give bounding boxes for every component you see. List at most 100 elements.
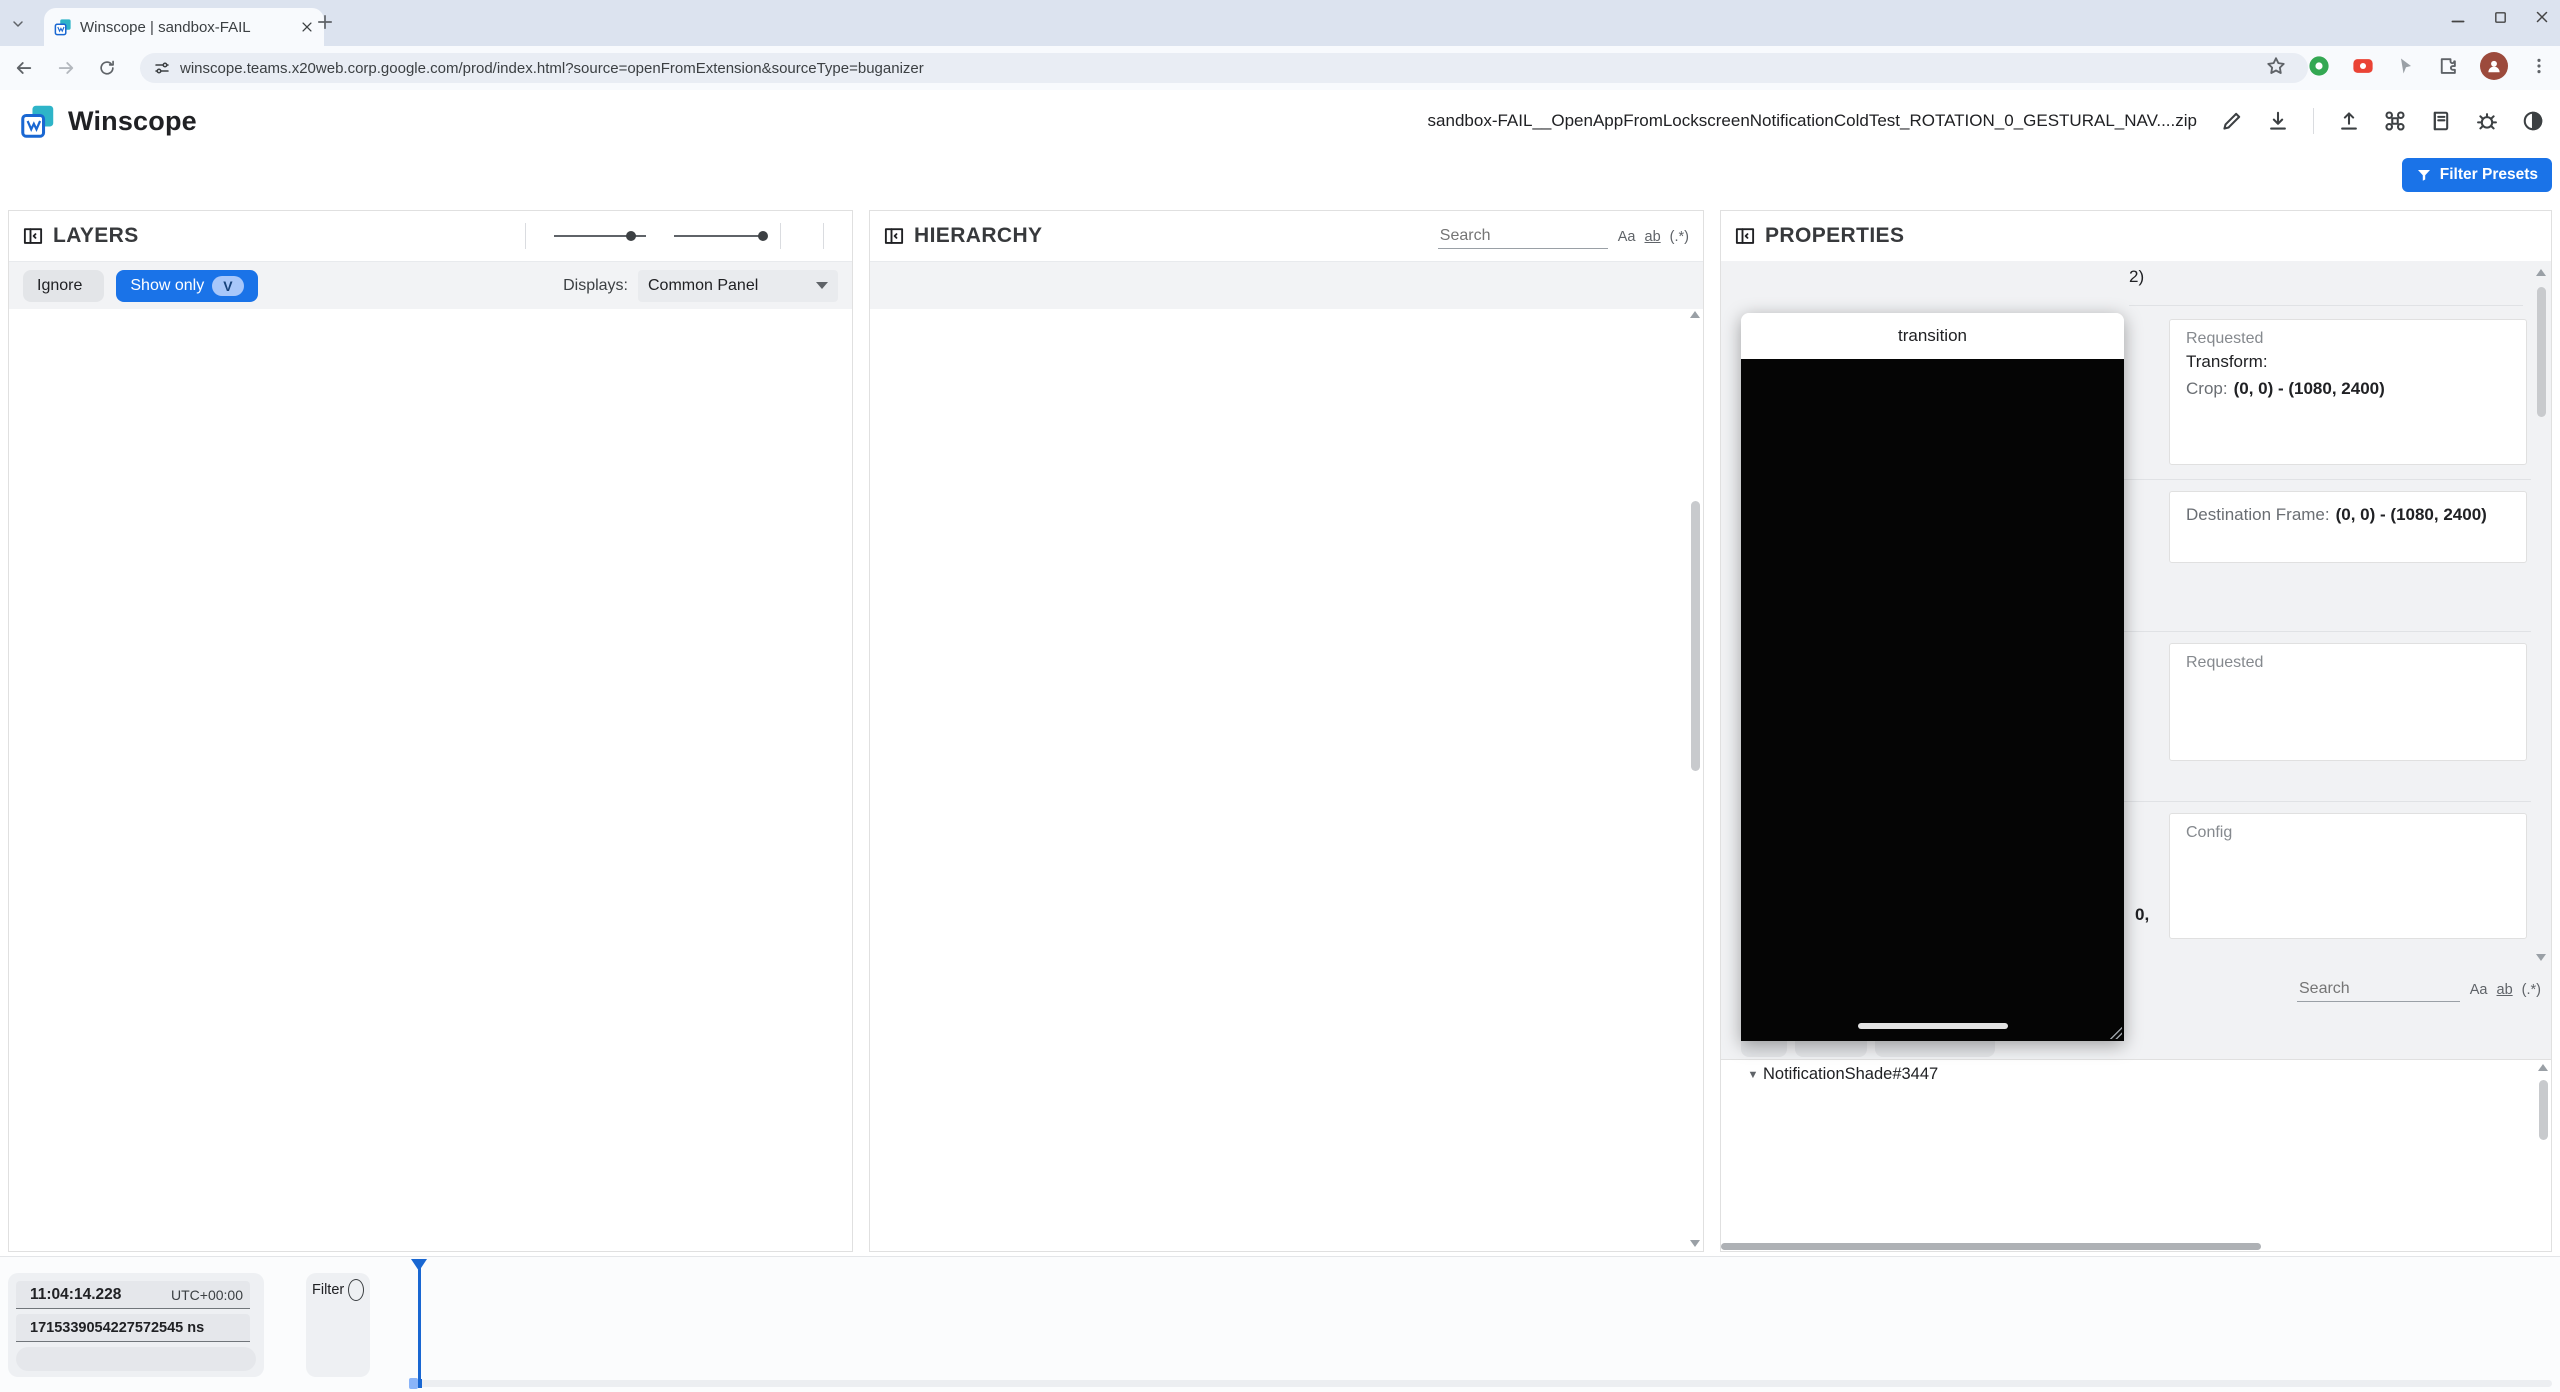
regex-toggle[interactable]: (.*) [1670,229,1689,245]
displays-label: Displays: [563,277,628,295]
hierarchy-search-input[interactable] [1438,226,1612,246]
extensions-puzzle-icon[interactable] [2438,56,2458,76]
extension-cursor-icon[interactable] [2396,56,2416,76]
window-close-button[interactable] [2534,9,2550,25]
crop-value: (0, 0) - (1080, 2400) [2234,379,2385,398]
timestamp-card: 11:04:14.228 UTC+00:00 17153390542275725… [8,1273,264,1377]
profile-avatar[interactable] [2480,52,2508,80]
filter-presets-button[interactable]: Filter Presets [2402,158,2552,192]
trace-file-title: sandbox-FAIL__OpenAppFromLockscreenNotif… [1428,111,2197,131]
browser-menu-icon[interactable] [2530,57,2548,75]
show-only-chip[interactable]: Show only V [116,270,257,302]
edit-icon[interactable] [2221,110,2243,132]
displays-select[interactable]: Common Panel [638,270,838,302]
crop-key: Crop: [2186,379,2228,398]
site-settings-icon[interactable] [154,60,170,76]
card-label: Requested [2186,654,2510,672]
ignore-chip[interactable]: Ignore [23,270,104,302]
funnel-icon [2416,167,2432,183]
browser-toolbar: winscope.teams.x20web.corp.google.com/pr… [0,46,2560,91]
panel-collapse-icon[interactable] [884,226,904,246]
clipped-text-fragment: 2) [2129,267,2144,287]
filter-label: Filter [312,1282,344,1298]
forward-button[interactable] [56,58,76,78]
destination-frame-key: Destination Frame: [2186,505,2330,524]
tab-search-chevron-icon[interactable] [10,16,26,32]
bookmark-star-icon[interactable] [2266,56,2286,76]
upload-icon[interactable] [2338,110,2360,132]
app-title: Winscope [68,106,197,137]
window-maximize-button[interactable] [2493,10,2508,25]
transition-window-titlebar[interactable]: transition [1741,313,2124,359]
timeline-panel: 11:04:14.228 UTC+00:00 17153390542275725… [0,1256,2560,1392]
spacing-slider[interactable] [674,235,766,237]
rotation-slider[interactable] [554,235,646,237]
ns-time-field[interactable]: 1715339054227572545 ns [16,1314,250,1342]
reload-button[interactable] [98,59,116,77]
tab-title: Winscope | sandbox-FAIL [80,19,292,36]
timezone-label: UTC+00:00 [171,1287,243,1303]
new-tab-button[interactable] [316,13,334,31]
window-minimize-button[interactable] [2449,8,2467,26]
requested-color-card: Requested [2169,643,2527,761]
documentation-icon[interactable] [2430,110,2452,132]
shortcuts-icon[interactable] [2384,110,2406,132]
dark-mode-icon[interactable] [2522,110,2544,132]
nav-tabs [0,152,2560,198]
properties-search-input[interactable] [2297,979,2464,999]
clipped-text-fragment: 0, [2135,905,2149,925]
timeline-canvas[interactable] [418,1257,2552,1392]
hierarchy-panel: HIERARCHY Aa ab (.*) [869,210,1704,1252]
transition-window-title: transition [1741,326,2124,346]
timeline-cursor-line[interactable] [418,1261,421,1380]
home-indicator [1858,1023,2008,1029]
collapse-filter-button[interactable] [348,1279,364,1301]
trace-filter-card: Filter [306,1273,370,1377]
curr-tree-scrollbar[interactable] [2537,1064,2549,1237]
properties-panel-title: PROPERTIES [1765,224,1904,248]
browser-tabstrip: Winscope | sandbox-FAIL [0,0,2560,46]
human-time-field[interactable]: 11:04:14.228 UTC+00:00 [16,1281,250,1309]
match-word-toggle[interactable]: ab [1645,229,1661,245]
resize-handle-icon[interactable] [2110,1027,2122,1039]
chevron-down-icon [816,282,828,289]
hierarchy-panel-title: HIERARCHY [914,224,1042,248]
tab-close-icon[interactable] [300,20,314,34]
curr-state-tree: ▼ NotificationShade#3447 [1721,1059,2551,1251]
timeline-cursor-handle[interactable] [411,1259,427,1271]
winscope-logo [20,103,56,139]
layers-panel-title: LAYERS [53,224,139,248]
match-case-toggle[interactable]: Aa [2470,982,2488,998]
properties-scrollbar[interactable] [2535,269,2547,961]
transform-label: Transform: [2186,352,2510,372]
browser-tab[interactable]: Winscope | sandbox-FAIL [44,8,324,46]
panel-collapse-icon[interactable] [23,226,43,246]
curr-root-label: NotificationShade#3447 [1763,1065,1938,1084]
match-case-toggle[interactable]: Aa [1618,229,1636,245]
properties-panel: PROPERTIES 2) Requested Transform: Crop:… [1720,210,2552,1252]
match-word-toggle[interactable]: ab [2497,982,2513,998]
timeline-scrollbar[interactable] [418,1380,2552,1387]
show-only-label: Show only [130,277,204,295]
app-header: Winscope sandbox-FAIL__OpenAppFromLocksc… [0,90,2560,152]
extension-green-icon[interactable] [2308,55,2330,77]
ignore-label: Ignore [37,277,82,295]
timestamp-value: 11:04:14.228 [30,1286,121,1304]
url-bar[interactable]: winscope.teams.x20web.corp.google.com/pr… [140,53,2308,83]
hierarchy-tree [870,307,1703,1251]
back-button[interactable] [14,58,34,78]
screen-recording-frame [1741,359,2124,1041]
expand-arrow-icon[interactable]: ▼ [1743,1069,1763,1081]
curr-tree-hscrollbar[interactable] [1721,1243,2261,1250]
panel-collapse-icon[interactable] [1735,226,1755,246]
transition-preview-window[interactable]: transition [1741,313,2124,1041]
regex-toggle[interactable]: (.*) [2522,982,2541,998]
report-bug-icon[interactable] [2476,110,2498,132]
download-icon[interactable] [2267,110,2289,132]
hierarchy-scrollbar[interactable] [1689,311,1701,1247]
destination-frame-value: (0, 0) - (1080, 2400) [2336,505,2487,524]
extension-red-icon[interactable] [2352,55,2374,77]
timestamp-ns-value: 1715339054227572545 ns [30,1320,204,1336]
layers-3d-canvas[interactable] [9,309,852,1251]
config-card: Config [2169,813,2527,939]
